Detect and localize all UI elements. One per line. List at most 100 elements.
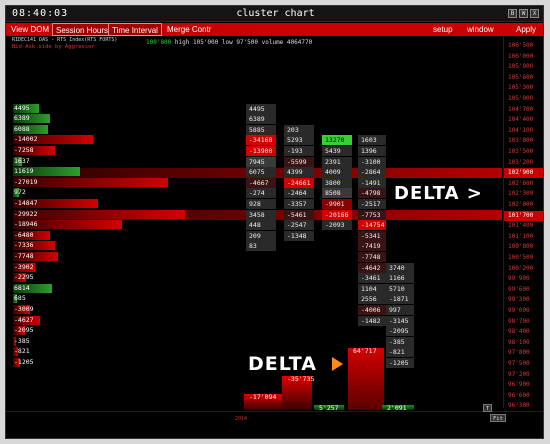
cluster-cell: 5710 xyxy=(386,283,414,294)
price-level: 100'800 xyxy=(508,243,534,251)
cluster-cell: 4399 xyxy=(284,167,314,178)
cluster-cell: 4009 xyxy=(322,167,352,178)
price-level: 97'200 xyxy=(508,370,530,378)
corner-button-1[interactable]: T xyxy=(483,404,493,412)
cluster-cell: -14754 xyxy=(358,220,386,231)
price-level: 102'000 xyxy=(508,201,534,208)
cluster-cell: -4667 xyxy=(246,177,276,188)
header-stats: high 105'000 low 97'500 volume 4064770 xyxy=(174,39,313,46)
delta-value: -6480 xyxy=(14,230,34,239)
menu-apply[interactable]: Apply xyxy=(513,23,539,36)
delta-value: -3902 xyxy=(14,262,34,271)
menu-window[interactable]: window xyxy=(464,23,497,36)
delta-value: 6389 xyxy=(14,114,30,123)
delta-value: -2095 xyxy=(14,326,34,335)
price-level: 96'600 xyxy=(508,391,530,399)
volume-label: -17'094 xyxy=(249,392,277,401)
price-axis[interactable]: 106'500 106'000 105'900 105'600 105'300 105'0… xyxy=(503,36,543,409)
window-title: cluster chart xyxy=(236,8,315,19)
cluster-cell: 928 xyxy=(246,199,276,209)
price-level: 103'800 xyxy=(508,137,534,145)
header-price: 100'800 xyxy=(146,39,172,46)
volume-label: 64'717 xyxy=(353,347,377,355)
cluster-cell: -3357 xyxy=(284,199,314,209)
cluster-cell: -1348 xyxy=(284,230,314,241)
delta-value: -4627 xyxy=(14,315,34,324)
price-level: 105'600 xyxy=(508,73,534,81)
cluster-cell: 3458 xyxy=(246,209,276,220)
delta-annotation-right: DELTA > xyxy=(394,183,483,204)
cluster-cell: 2391 xyxy=(322,156,352,167)
price-level: 102'600 xyxy=(508,179,534,187)
cluster-cell: 4495 xyxy=(246,103,276,114)
price-level: 104'100 xyxy=(508,126,534,134)
menu-setup[interactable]: setup xyxy=(430,23,456,36)
delta-value: -27019 xyxy=(14,177,38,186)
delta-value: -29922 xyxy=(14,209,38,218)
cluster-cell: -4642 xyxy=(358,262,386,273)
menu-session-hours[interactable]: Session Hours xyxy=(52,23,113,36)
cluster-cell: -821 xyxy=(386,347,414,358)
cluster-cell: 3740 xyxy=(386,262,414,273)
cluster-cell: 203 xyxy=(284,124,314,135)
cluster-cell: 1166 xyxy=(386,273,414,284)
cluster-cell: 5293 xyxy=(284,135,314,146)
cluster-cell: -13900 xyxy=(246,146,276,156)
cluster-cell: -7753 xyxy=(358,209,386,220)
cluster-cell: -7419 xyxy=(358,241,386,252)
price-level: 102'900 xyxy=(504,168,543,179)
price-level: 99'000 xyxy=(508,307,530,314)
delta-value: -18946 xyxy=(14,220,38,229)
cluster-cell: 6075 xyxy=(246,167,276,178)
close-button[interactable]: X xyxy=(530,9,539,18)
window-button-1[interactable]: B xyxy=(508,9,517,18)
cluster-cell: 448 xyxy=(246,220,276,231)
cluster-cell: -1205 xyxy=(386,358,414,368)
mode-label: Bid-Ask side by Aggressor xyxy=(12,44,95,50)
cluster-cell: -385 xyxy=(386,336,414,347)
price-level: 97'800 xyxy=(508,349,530,357)
cluster-cell: -2517 xyxy=(358,199,386,209)
cluster-cell: -9901 xyxy=(322,199,352,209)
cluster-cell: -5461 xyxy=(284,209,314,220)
cluster-cell: -2864 xyxy=(358,167,386,178)
cluster-cell: 8508 xyxy=(322,188,352,199)
cluster-cell: -1491 xyxy=(358,177,386,188)
cluster-cell: 997 xyxy=(386,305,414,315)
cluster-cell: 1104 xyxy=(358,283,386,294)
delta-annotation-bottom: DELTA xyxy=(248,353,317,375)
price-level: 99'600 xyxy=(508,285,530,293)
delta-value: -1205 xyxy=(14,358,34,366)
price-level: 98'100 xyxy=(508,338,530,346)
volume-label: 2'091 xyxy=(387,404,407,412)
price-level: 104'700 xyxy=(508,105,534,113)
cluster-cell: -4006 xyxy=(358,305,386,315)
price-level: 104'400 xyxy=(508,116,534,124)
delta-value: 6814 xyxy=(14,283,30,292)
cluster-cell: -193 xyxy=(284,146,314,156)
fit-button[interactable]: Fit xyxy=(490,414,506,422)
cluster-cell: -24661 xyxy=(284,177,314,188)
chart-header: 100'800 high 105'000 low 97'500 volume 4… xyxy=(146,39,312,46)
window-button-2[interactable]: W xyxy=(519,9,528,18)
menu-bar: View DOM Session Hours Time Interval Mer… xyxy=(6,23,543,36)
cluster-cell: 2556 xyxy=(358,294,386,305)
price-level: 105'300 xyxy=(508,84,534,92)
menu-merge-contr[interactable]: Merge Contr xyxy=(164,23,214,36)
delta-value: 6088 xyxy=(14,124,30,133)
menu-time-interval[interactable]: Time Interval xyxy=(108,23,162,36)
delta-value: -2295 xyxy=(14,273,34,282)
cluster-cell: -2464 xyxy=(284,188,314,199)
delta-value: -7336 xyxy=(14,241,34,250)
price-level: 98'400 xyxy=(508,328,530,336)
window-controls: B W X xyxy=(508,9,539,18)
cluster-cell: 209 xyxy=(246,230,276,241)
price-level: 105'900 xyxy=(508,63,534,71)
price-level: 99'300 xyxy=(508,296,530,304)
volume-label: -35'735 xyxy=(287,374,315,383)
price-level: 101'100 xyxy=(508,232,534,240)
volume-label: 5'257 xyxy=(319,403,339,412)
menu-view-dom[interactable]: View DOM xyxy=(8,23,52,36)
delta-value: 11619 xyxy=(14,167,34,176)
delta-bar xyxy=(13,209,185,219)
